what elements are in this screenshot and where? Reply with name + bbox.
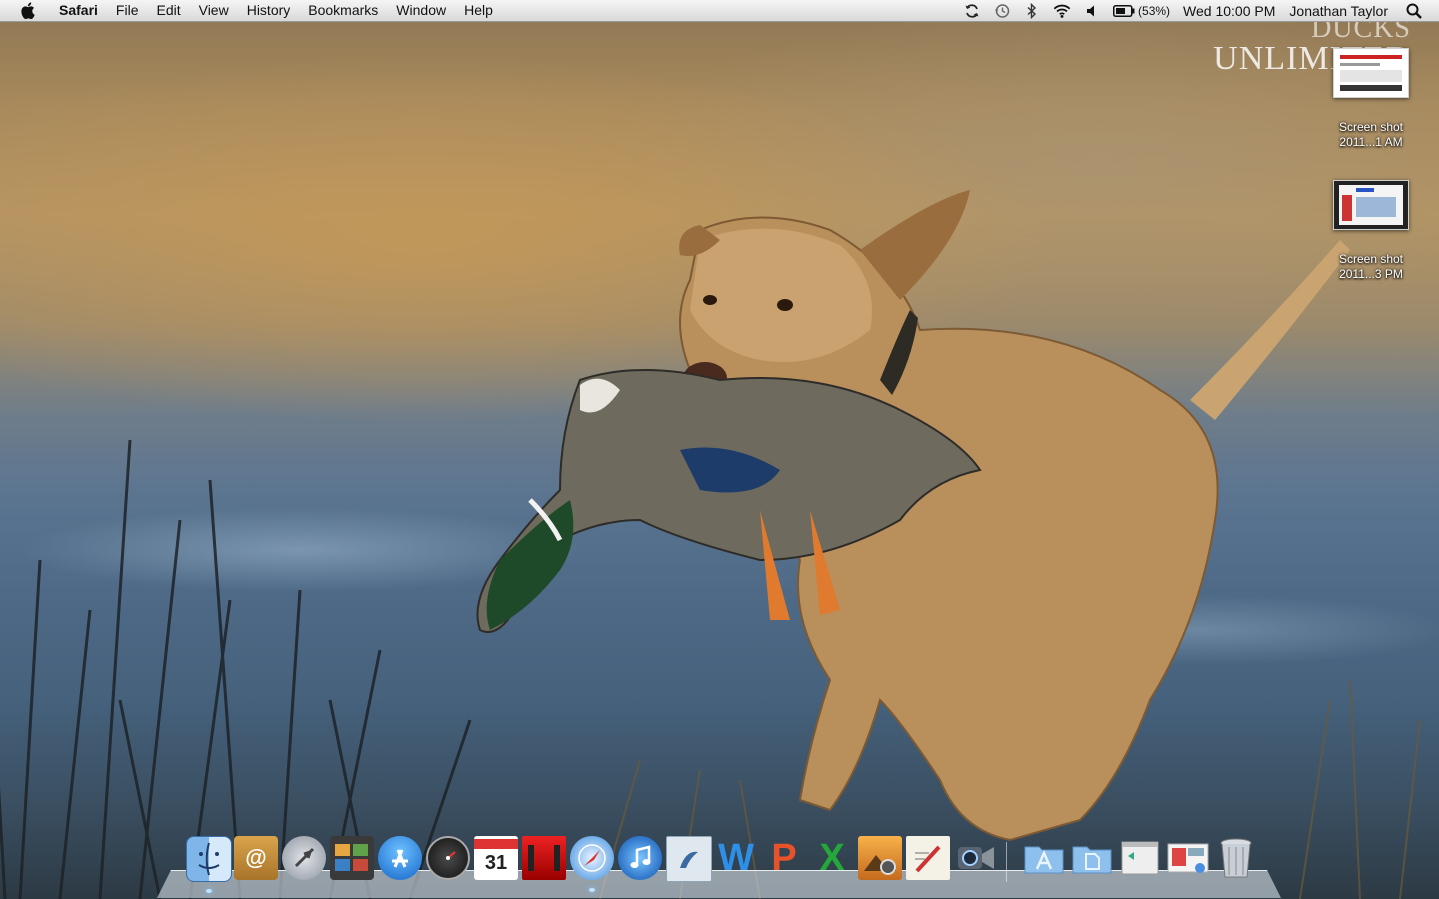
label-line1: Screen shot	[1338, 252, 1404, 266]
desktop-screenshot-1[interactable]: Screen shot 2011...1 AM	[1328, 48, 1414, 150]
dashboard-icon[interactable]	[426, 836, 470, 880]
finder-icon[interactable]	[186, 836, 232, 893]
preview-icon[interactable]	[666, 836, 712, 882]
screenshot-thumbnail	[1333, 48, 1409, 98]
textedit-icon[interactable]	[906, 836, 950, 880]
spotlight-search-icon[interactable]	[1405, 2, 1423, 20]
menubar-clock[interactable]: Wed 10:00 PM	[1183, 3, 1275, 19]
desktop-icon-label: Screen shot 2011...3 PM	[1328, 252, 1414, 282]
desktop-screenshot-2[interactable]: Screen shot 2011...3 PM	[1328, 180, 1414, 282]
ical-icon[interactable]: 31	[474, 836, 518, 880]
wifi-icon[interactable]	[1053, 2, 1071, 20]
address-book-icon[interactable]: @	[234, 836, 278, 880]
menu-help[interactable]: Help	[455, 0, 502, 21]
label-line2: 2011...1 AM	[1339, 135, 1403, 149]
apple-menu-icon[interactable]	[18, 1, 36, 21]
screenshot-thumbnail	[1333, 180, 1409, 230]
battery-percent: (53%)	[1138, 3, 1171, 18]
desktop-wallpaper: DUCKS UNLIMITED	[0, 0, 1439, 899]
documents-folder-icon[interactable]	[1070, 836, 1114, 880]
battery-icon	[1113, 4, 1135, 17]
time-machine-icon[interactable]	[993, 2, 1011, 20]
iphoto-icon[interactable]	[858, 836, 902, 880]
volume-icon[interactable]	[1083, 2, 1101, 20]
desktop-icon-label: Screen shot 2011...1 AM	[1328, 120, 1414, 150]
photo-booth-icon[interactable]	[330, 836, 374, 880]
downloads-stack-icon[interactable]	[1166, 836, 1210, 880]
menu-history[interactable]: History	[238, 0, 300, 21]
app-store-icon[interactable]	[378, 836, 422, 880]
safari-icon[interactable]	[570, 836, 614, 892]
label-line2: 2011...3 PM	[1339, 267, 1403, 281]
menu-file[interactable]: File	[107, 0, 148, 21]
menu-edit[interactable]: Edit	[147, 0, 189, 21]
facetime-icon[interactable]	[954, 836, 998, 880]
menu-bookmarks[interactable]: Bookmarks	[299, 0, 387, 21]
battery-status[interactable]: (53%)	[1113, 4, 1170, 18]
wallpaper-photo	[0, 190, 1421, 899]
menu-view[interactable]: View	[190, 0, 238, 21]
minimized-window-icon[interactable]	[1118, 836, 1162, 880]
dock-separator	[1006, 842, 1007, 882]
powerpoint-icon[interactable]: P	[762, 836, 806, 880]
bluetooth-icon[interactable]	[1023, 2, 1041, 20]
ical-date: 31	[484, 852, 508, 874]
launchpad-icon[interactable]	[282, 836, 326, 880]
label-line1: Screen shot	[1338, 120, 1404, 134]
running-indicator	[206, 889, 212, 893]
excel-icon[interactable]: X	[810, 836, 854, 880]
menu-bar: Safari File Edit View History Bookmarks …	[0, 0, 1439, 22]
trash-icon[interactable]	[1214, 836, 1258, 880]
itunes-icon[interactable]	[618, 836, 662, 880]
menu-app-safari[interactable]: Safari	[50, 0, 107, 21]
word-icon[interactable]: W	[714, 836, 758, 880]
fast-user-switching-name[interactable]: Jonathan Taylor	[1289, 3, 1388, 19]
movie-icon[interactable]	[522, 836, 566, 880]
sync-icon[interactable]	[963, 2, 981, 20]
dock: @ 31 W P X	[178, 836, 1268, 893]
menu-window[interactable]: Window	[387, 0, 455, 21]
applications-folder-icon[interactable]	[1022, 836, 1066, 880]
running-indicator	[589, 888, 595, 892]
